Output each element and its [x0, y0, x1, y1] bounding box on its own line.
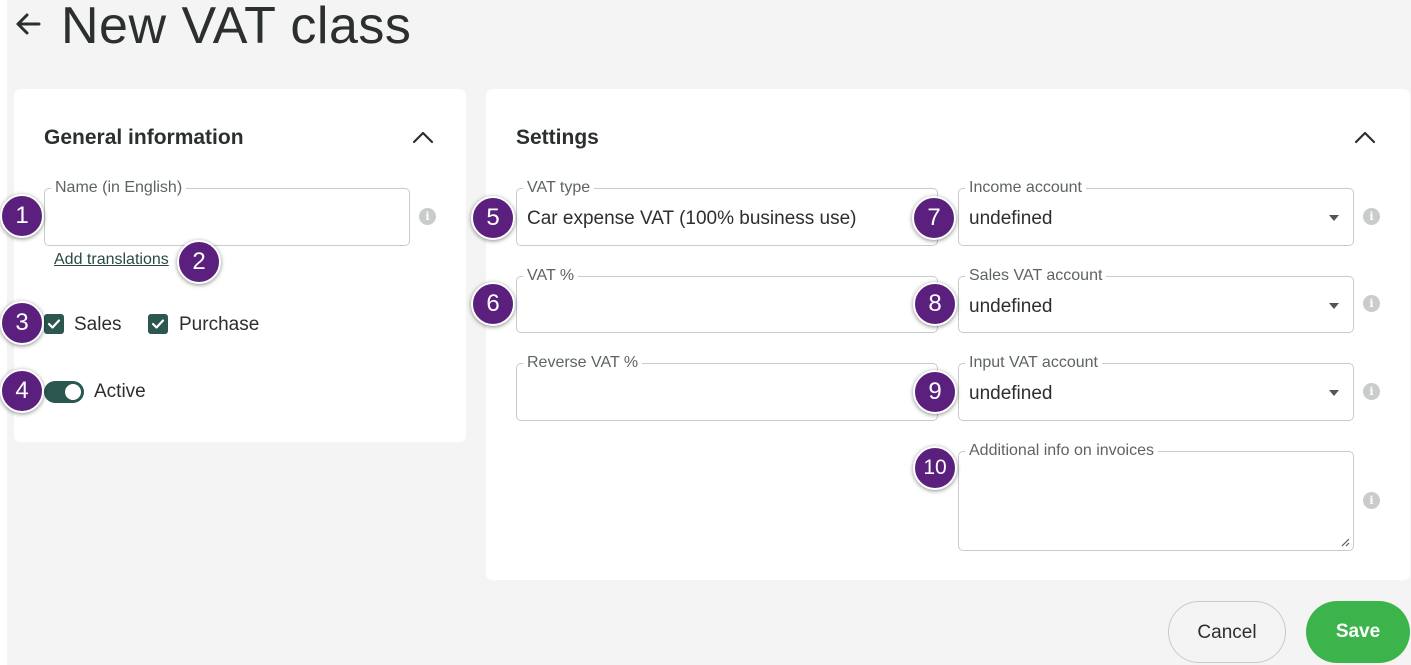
annotation-badge: 4 — [0, 369, 44, 413]
income-account-value: undefined — [969, 208, 1053, 229]
annotation-badge: 10 — [913, 446, 957, 490]
input-vat-account-value: undefined — [969, 383, 1053, 404]
sales-vat-account-select[interactable]: Sales VAT account undefined — [958, 267, 1354, 333]
check-icon — [47, 319, 61, 329]
vat-percent-field[interactable]: VAT % — [516, 267, 938, 333]
annotation-badge: 8 — [913, 282, 957, 326]
additional-info-textarea[interactable]: Additional info on invoices — [958, 442, 1354, 551]
sales-vat-account-label: Sales VAT account — [965, 267, 1107, 285]
caret-down-icon — [1329, 390, 1339, 396]
toggle-knob — [65, 384, 81, 400]
annotation-badge: 1 — [0, 194, 44, 238]
annotation-badge: 9 — [913, 370, 957, 414]
input-vat-account-label: Input VAT account — [965, 354, 1102, 372]
vat-type-value: Car expense VAT (100% business use) — [527, 208, 857, 229]
arrow-left-icon[interactable] — [12, 8, 44, 40]
info-icon[interactable]: i — [1363, 208, 1380, 225]
check-icon — [151, 319, 165, 329]
reverse-vat-percent-label: Reverse VAT % — [523, 354, 643, 372]
cancel-button[interactable]: Cancel — [1168, 601, 1286, 663]
active-toggle[interactable] — [44, 381, 84, 403]
caret-down-icon — [1329, 303, 1339, 309]
chevron-up-icon[interactable] — [1352, 127, 1378, 147]
resize-handle-icon[interactable] — [1341, 538, 1350, 547]
purchase-checkbox[interactable] — [148, 314, 168, 334]
add-translations-link[interactable]: Add translations — [54, 251, 169, 269]
name-field[interactable]: Name (in English) — [44, 179, 410, 246]
input-vat-account-select[interactable]: Input VAT account undefined — [958, 354, 1354, 421]
additional-info-label: Additional info on invoices — [965, 442, 1159, 460]
annotation-badge: 5 — [471, 196, 515, 240]
annotation-badge: 7 — [912, 196, 956, 240]
settings-title: Settings — [516, 126, 599, 149]
info-icon[interactable]: i — [1363, 383, 1380, 400]
vat-percent-label: VAT % — [523, 267, 579, 285]
income-account-select[interactable]: Income account undefined — [958, 179, 1354, 246]
save-button[interactable]: Save — [1306, 601, 1410, 663]
sales-checkbox[interactable] — [44, 314, 64, 334]
vat-type-label: VAT type — [523, 179, 595, 197]
reverse-vat-percent-field[interactable]: Reverse VAT % — [516, 354, 938, 421]
info-icon[interactable]: i — [419, 208, 436, 225]
chevron-up-icon[interactable] — [410, 127, 436, 147]
vat-type-select[interactable]: VAT type Car expense VAT (100% business … — [516, 179, 938, 246]
sales-vat-account-value: undefined — [969, 296, 1053, 317]
caret-down-icon — [1329, 215, 1339, 221]
annotation-badge: 2 — [177, 240, 221, 284]
info-icon[interactable]: i — [1363, 492, 1380, 509]
info-icon[interactable]: i — [1363, 295, 1380, 312]
page-title: New VAT class — [61, 0, 412, 55]
purchase-label: Purchase — [179, 314, 260, 335]
active-label: Active — [94, 381, 146, 402]
annotation-badge: 3 — [0, 301, 44, 345]
general-information-title: General information — [44, 126, 244, 149]
annotation-badge: 6 — [471, 282, 515, 326]
income-account-label: Income account — [965, 179, 1086, 197]
name-field-label: Name (in English) — [51, 179, 187, 197]
sales-label: Sales — [74, 314, 122, 335]
